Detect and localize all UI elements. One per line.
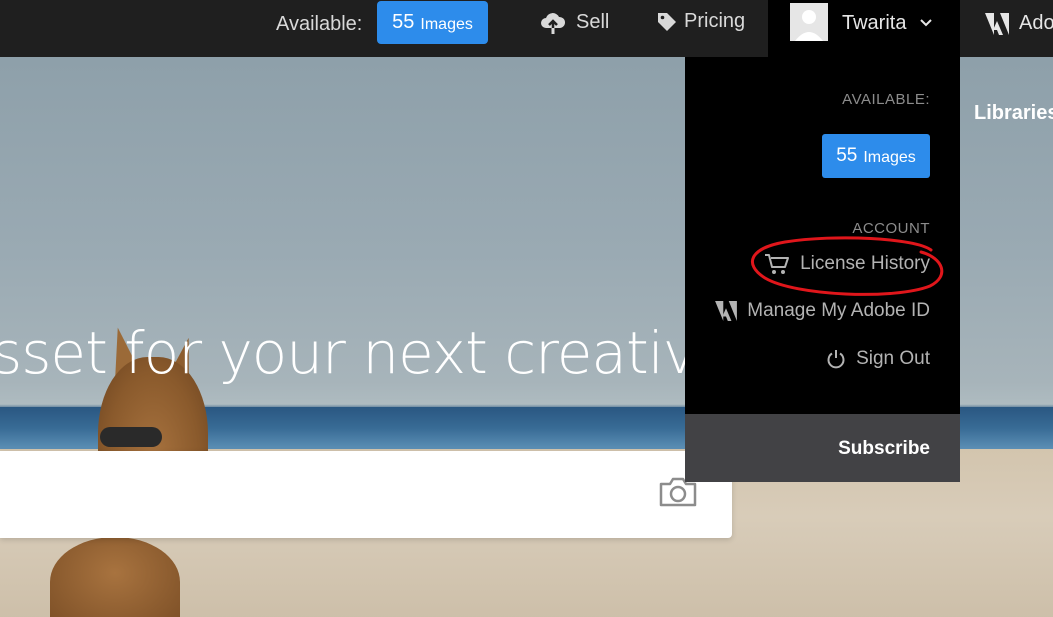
account-section-label: ACCOUNT bbox=[852, 220, 930, 237]
available-label: Available: bbox=[276, 13, 363, 35]
badge-count: 55 bbox=[392, 11, 415, 33]
search-input[interactable] bbox=[0, 451, 732, 538]
dog-collar bbox=[100, 427, 162, 447]
sell-label: Sell bbox=[576, 10, 610, 33]
manage-adobe-id-link[interactable]: Manage My Adobe ID bbox=[715, 300, 930, 322]
cloud-upload-icon bbox=[541, 13, 566, 34]
adobe-logo-icon bbox=[715, 301, 738, 321]
user-name: Twarita bbox=[842, 12, 907, 34]
user-menu-toggle[interactable]: Twarita bbox=[768, 0, 960, 57]
chevron-down-icon bbox=[920, 19, 932, 27]
dropdown-available-label: AVAILABLE: bbox=[842, 91, 930, 108]
dog-body bbox=[50, 537, 180, 617]
subscribe-button[interactable]: Subscribe bbox=[685, 414, 960, 482]
badge-unit: Images bbox=[863, 149, 916, 166]
badge-unit: Images bbox=[420, 15, 473, 33]
license-history-label: License History bbox=[800, 253, 930, 274]
top-navigation: Available: 55 Images Sell Pricing Twarit… bbox=[0, 0, 1053, 57]
dropdown-images-badge[interactable]: 55 Images bbox=[822, 134, 930, 178]
sign-out-label: Sign Out bbox=[856, 348, 930, 369]
sell-link[interactable]: Sell bbox=[540, 10, 609, 34]
sign-out-link[interactable]: Sign Out bbox=[826, 348, 930, 370]
power-icon bbox=[827, 350, 845, 369]
avatar bbox=[790, 3, 828, 41]
adobe-label: Adobe bbox=[1019, 12, 1053, 34]
cart-icon bbox=[765, 254, 790, 274]
manage-adobe-id-label: Manage My Adobe ID bbox=[747, 300, 930, 321]
pricing-link[interactable]: Pricing bbox=[657, 10, 745, 33]
adobe-logo-icon bbox=[985, 12, 1009, 35]
subscribe-label: Subscribe bbox=[838, 438, 930, 459]
pricing-label: Pricing bbox=[684, 10, 746, 32]
adobe-link[interactable]: Adobe bbox=[985, 12, 1053, 35]
available-images-badge[interactable]: 55 Images bbox=[377, 1, 488, 44]
libraries-link[interactable]: Libraries bbox=[974, 102, 1053, 125]
badge-count: 55 bbox=[836, 145, 858, 166]
license-history-link[interactable]: License History bbox=[764, 252, 930, 276]
user-dropdown-menu: AVAILABLE: 55 Images ACCOUNT License His… bbox=[685, 57, 960, 482]
tag-icon bbox=[658, 12, 676, 31]
